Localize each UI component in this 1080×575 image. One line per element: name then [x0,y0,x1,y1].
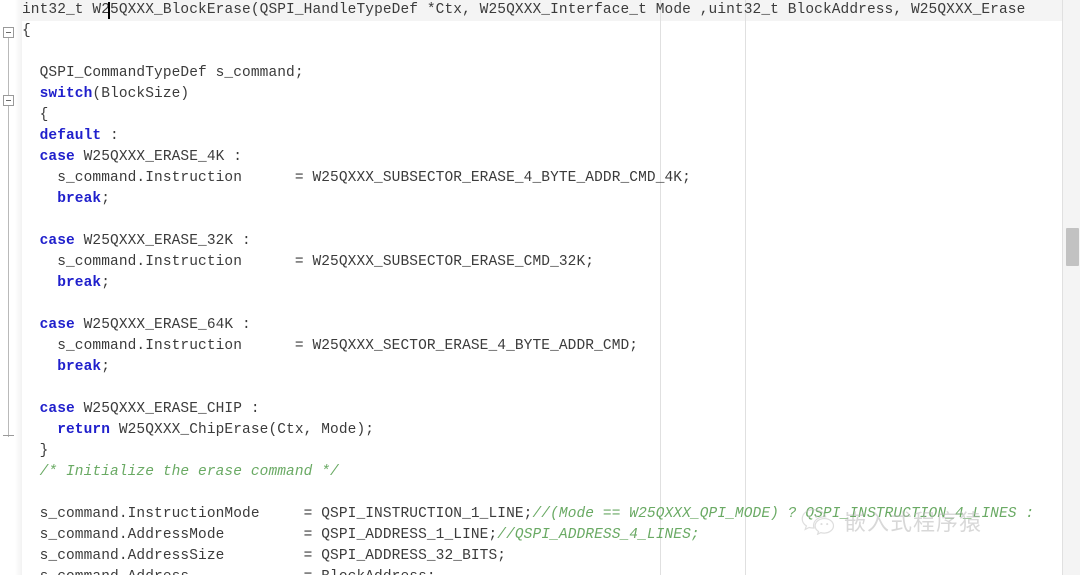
scrollbar-thumb[interactable] [1066,228,1079,266]
code-line[interactable]: /* Initialize the erase command */ [22,462,1062,483]
code-token-plain: ; [101,191,111,207]
fold-marker-function-body[interactable] [3,27,14,38]
code-token-plain: } [22,443,49,459]
code-line[interactable] [22,210,1062,231]
code-token-plain: s_command.Instruction = W25QXXX_SUBSECTO… [22,170,691,186]
code-line[interactable]: s_command.Instruction = W25QXXX_SECTOR_E… [22,336,1062,357]
code-token-plain: W25QXXX_ChipErase(Ctx, Mode); [110,422,375,438]
code-line[interactable]: s_command.Address = BlockAddress; [22,567,1062,575]
code-token-plain: s_command.InstructionMode = QSPI_INSTRUC… [22,506,533,522]
code-token-comment: /* Initialize the erase command */ [22,464,339,480]
code-line[interactable]: } [22,441,1062,462]
code-line[interactable]: break; [22,357,1062,378]
code-line[interactable]: s_command.AddressMode = QSPI_ADDRESS_1_L… [22,525,1062,546]
fold-marker-block-end[interactable] [3,435,14,436]
code-token-keyword: case [22,233,75,249]
code-token-keyword: break [22,359,102,375]
text-caret [108,2,110,19]
code-line[interactable]: switch(BlockSize) [22,84,1062,105]
code-token-plain: W25QXXX_ERASE_CHIP : [74,401,260,417]
code-surface[interactable]: int32_t W25QXXX_BlockErase(QSPI_HandleTy… [22,0,1062,575]
code-line[interactable]: case W25QXXX_ERASE_4K : [22,147,1062,168]
code-token-keyword: switch [22,86,93,102]
code-token-keyword: case [22,149,75,165]
fold-guide-line [8,33,9,437]
code-token-comment: //QSPI_ADDRESS_4_LINES; [497,527,700,543]
gutter-shading [15,0,22,575]
code-line[interactable]: s_command.Instruction = W25QXXX_SUBSECTO… [22,252,1062,273]
code-line[interactable] [22,294,1062,315]
code-token-plain: : [101,128,119,144]
code-line[interactable]: return W25QXXX_ChipErase(Ctx, Mode); [22,420,1062,441]
code-line[interactable] [22,483,1062,504]
code-line[interactable]: break; [22,273,1062,294]
code-token-comment: //(Mode == W25QXXX_QPI_MODE) ? QSPI_INST… [532,506,1035,522]
code-token-plain: s_command.Instruction = W25QXXX_SUBSECTO… [22,254,595,270]
code-token-plain: s_command.Address = BlockAddress; [22,569,436,575]
code-line[interactable]: { [22,105,1062,126]
code-line[interactable]: case W25QXXX_ERASE_32K : [22,231,1062,252]
vertical-scrollbar[interactable] [1062,0,1080,575]
code-token-plain: int32_t [22,2,93,18]
code-token-plain: QSPI_CommandTypeDef s_command; [22,65,304,81]
code-token-plain: W25QXXX_BlockErase(QSPI_HandleTypeDef *C… [92,2,1026,18]
code-token-plain: (BlockSize) [92,86,190,102]
code-token-plain: s_command.AddressSize = QSPI_ADDRESS_32_… [22,548,507,564]
code-token-keyword: break [22,275,102,291]
code-line[interactable]: s_command.Instruction = W25QXXX_SUBSECTO… [22,168,1062,189]
code-editor[interactable]: int32_t W25QXXX_BlockErase(QSPI_HandleTy… [0,0,1080,575]
code-token-plain: s_command.Instruction = W25QXXX_SECTOR_E… [22,338,639,354]
code-line[interactable] [22,378,1062,399]
code-line[interactable]: int32_t W25QXXX_BlockErase(QSPI_HandleTy… [22,0,1062,21]
code-lines[interactable]: int32_t W25QXXX_BlockErase(QSPI_HandleTy… [22,0,1062,575]
code-line[interactable]: case W25QXXX_ERASE_CHIP : [22,399,1062,420]
code-line[interactable] [22,42,1062,63]
code-token-plain: W25QXXX_ERASE_4K : [74,149,243,165]
fold-marker-switch-block[interactable] [3,95,14,106]
code-line[interactable]: break; [22,189,1062,210]
code-token-keyword: case [22,317,75,333]
code-token-keyword: break [22,191,102,207]
fold-gutter[interactable] [0,0,23,575]
code-line[interactable]: case W25QXXX_ERASE_64K : [22,315,1062,336]
code-token-plain: s_command.AddressMode = QSPI_ADDRESS_1_L… [22,527,498,543]
code-token-plain: W25QXXX_ERASE_64K : [74,317,251,333]
code-token-keyword: case [22,401,75,417]
code-line[interactable]: s_command.AddressSize = QSPI_ADDRESS_32_… [22,546,1062,567]
code-token-plain: W25QXXX_ERASE_32K : [74,233,251,249]
code-token-plain: { [22,23,31,39]
code-line[interactable]: QSPI_CommandTypeDef s_command; [22,63,1062,84]
code-token-plain: ; [101,275,111,291]
code-line[interactable]: s_command.InstructionMode = QSPI_INSTRUC… [22,504,1062,525]
code-token-plain: ; [101,359,111,375]
code-token-plain: { [22,107,49,123]
code-line[interactable]: default : [22,126,1062,147]
code-token-keyword: default [22,128,102,144]
code-line[interactable]: { [22,21,1062,42]
code-token-keyword: return [22,422,111,438]
